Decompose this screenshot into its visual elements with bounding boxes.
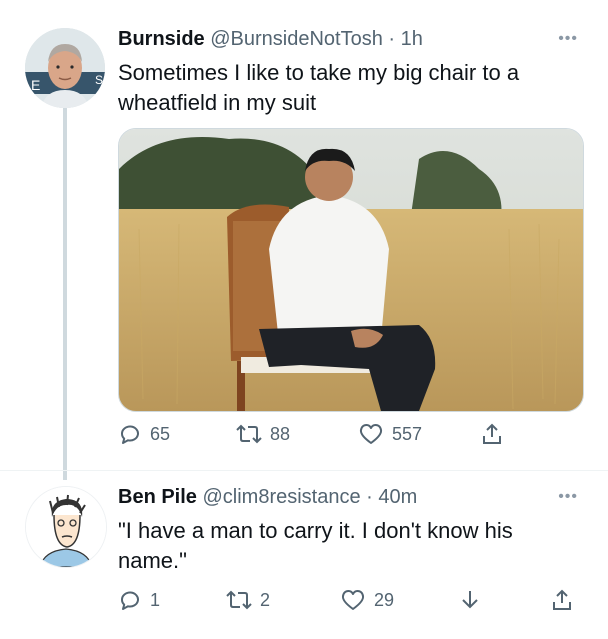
user-handle[interactable]: @BurnsideNotTosh xyxy=(210,28,383,50)
separator-dot: · xyxy=(366,486,373,508)
tweet-header: Burnside @BurnsideNotTosh · 1h xyxy=(118,28,423,51)
share-button[interactable] xyxy=(480,422,504,446)
timestamp[interactable]: 1h xyxy=(401,28,423,50)
avatar-burnside-image: E S xyxy=(25,28,105,108)
like-count: 557 xyxy=(392,423,423,444)
tweet-ben-pile[interactable]: Ben Pile @clim8resistance · 40m ••• "I h… xyxy=(0,470,608,639)
svg-text:E: E xyxy=(31,77,40,93)
like-button[interactable]: 557 xyxy=(358,422,422,446)
retweet-icon xyxy=(226,590,252,610)
reply-bubble-icon xyxy=(121,425,139,444)
tweet-actions: 65 88 557 xyxy=(118,422,538,450)
tweet-header: Ben Pile @clim8resistance · 40m xyxy=(118,486,417,509)
reply-count: 65 xyxy=(150,423,171,444)
share-button[interactable] xyxy=(550,588,574,612)
retweet-button[interactable]: 2 xyxy=(226,588,270,612)
retweet-button[interactable]: 88 xyxy=(236,422,290,446)
like-count: 29 xyxy=(374,589,395,610)
more-dots-icon[interactable]: ••• xyxy=(558,30,578,48)
more-dots-icon[interactable]: ••• xyxy=(558,488,578,506)
separator-dot: · xyxy=(388,28,396,50)
display-name[interactable]: Ben Pile xyxy=(118,486,197,508)
reply-count: 1 xyxy=(150,589,161,610)
user-handle[interactable]: @clim8resistance xyxy=(202,486,360,508)
display-name[interactable]: Burnside xyxy=(118,28,205,50)
reply-button[interactable]: 65 xyxy=(118,422,170,446)
tweet-text: "I have a man to carry it. I don't know … xyxy=(118,518,513,573)
reply-bubble-icon xyxy=(121,591,139,610)
reply-button[interactable]: 1 xyxy=(118,588,160,612)
download-arrow-icon xyxy=(462,591,478,609)
heart-icon xyxy=(341,590,365,610)
tweet-image[interactable] xyxy=(118,128,584,412)
avatar-burnside[interactable]: E S xyxy=(25,28,105,108)
svg-text:S: S xyxy=(95,73,103,87)
timestamp[interactable]: 40m xyxy=(378,486,417,508)
avatar-ben-pile-image xyxy=(26,487,106,567)
wheatfield-photo xyxy=(119,129,583,411)
download-button[interactable] xyxy=(458,588,482,612)
retweet-count: 88 xyxy=(270,423,291,444)
tweet-text: Sometimes I like to take my big chair to… xyxy=(118,60,520,115)
tweet-actions: 1 2 29 xyxy=(118,588,578,616)
retweet-icon xyxy=(236,424,262,444)
tweet-burnside[interactable]: E S Burnside @BurnsideNotTosh · 1h ••• S… xyxy=(0,0,608,470)
heart-icon xyxy=(359,424,383,444)
avatar-ben-pile[interactable] xyxy=(25,486,107,568)
like-button[interactable]: 29 xyxy=(340,588,394,612)
share-icon xyxy=(553,589,571,610)
retweet-count: 2 xyxy=(260,589,271,610)
share-icon xyxy=(483,423,501,444)
